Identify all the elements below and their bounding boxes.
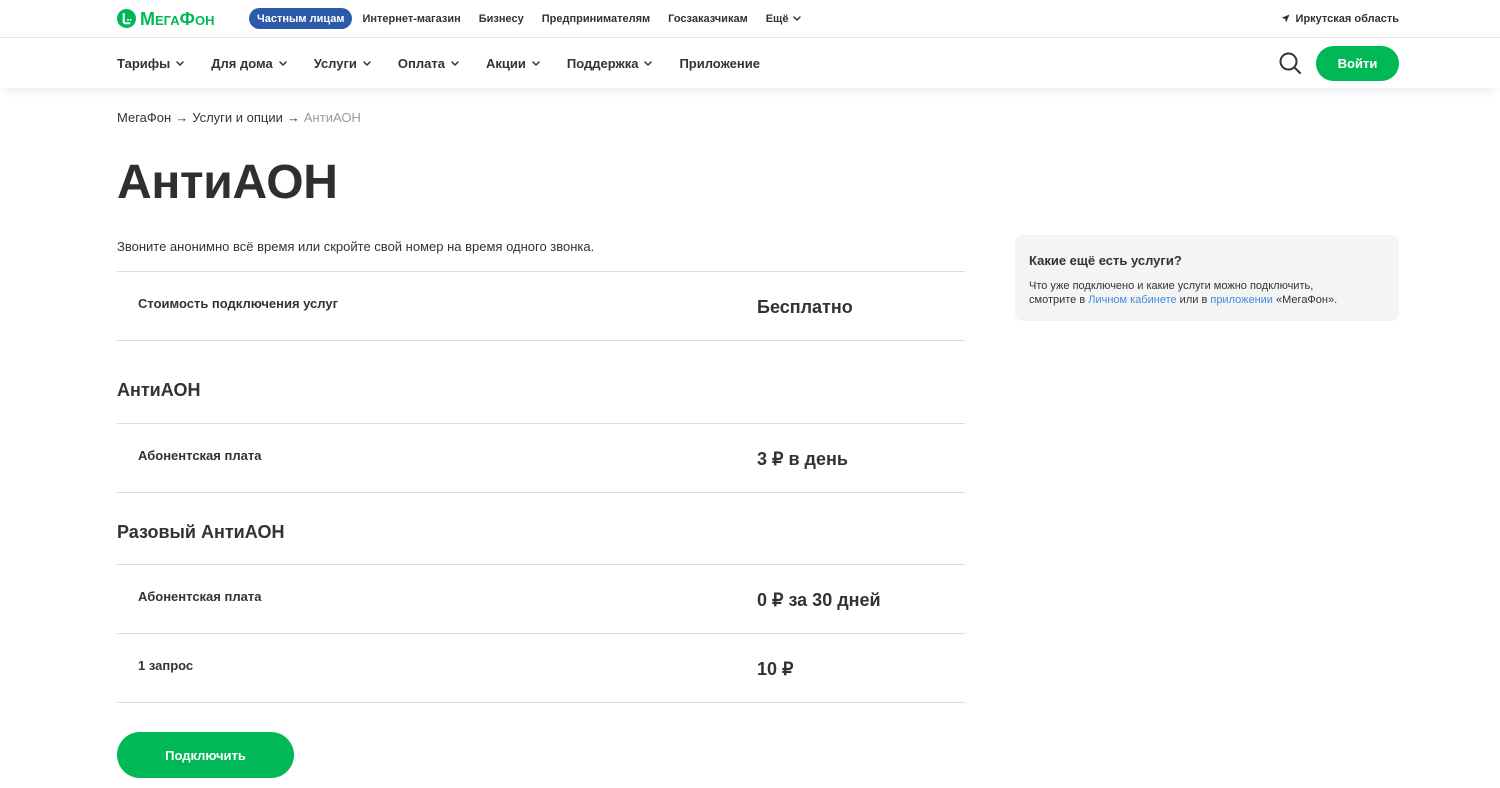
- price-row-connection: Стоимость подключения услуг Бесплатно: [117, 272, 965, 341]
- nav-item-label: Услуги: [313, 55, 357, 71]
- breadcrumb-separator: →: [175, 110, 189, 125]
- breadcrumb-separator: →: [286, 110, 300, 125]
- other-services-text-part: «МегаФон».: [1272, 294, 1338, 306]
- megafon-logo-icon: [117, 9, 136, 28]
- other-services-card: Какие ещё есть услуги? Что уже подключен…: [1015, 235, 1399, 321]
- other-services-text-part: или в: [1176, 294, 1211, 306]
- search-icon: [1279, 52, 1301, 74]
- main-nav-bar: Тарифы Для дома Услуги Оплата Акции Подд…: [0, 38, 1500, 88]
- nav-item-services[interactable]: Услуги: [314, 56, 371, 71]
- breadcrumb-current: АнтиАОН: [303, 110, 361, 125]
- other-services-text-line: Что уже подключено и какие услуги можно …: [1029, 280, 1314, 292]
- price-row-label: Стоимость подключения услуг: [138, 296, 339, 311]
- main-content: МегаФон → Услуги и опции → АнтиАОН АнтиАОН З…: [117, 110, 1399, 778]
- nav-item-promotions[interactable]: Акции: [486, 56, 540, 71]
- nav-item-label: Акции: [485, 55, 526, 71]
- chevron-down-icon: [278, 60, 287, 66]
- segment-online-store[interactable]: Интернет-магазин: [354, 8, 468, 29]
- nav-item-label: Приложение: [679, 55, 760, 71]
- chevron-down-icon: [363, 60, 371, 66]
- login-button[interactable]: Войти: [1316, 45, 1399, 81]
- nav-item-label: Поддержка: [566, 55, 639, 71]
- nav-item-tariffs[interactable]: Тарифы: [117, 55, 185, 71]
- price-row-label: Абонентская плата: [138, 448, 262, 463]
- price-row-label: Абонентская плата: [138, 589, 262, 604]
- price-row-label: 1 запрос: [138, 658, 194, 673]
- breadcrumb: МегаФон → Услуги и опции → АнтиАОН: [117, 110, 1399, 126]
- region-selector[interactable]: Иркутская область: [1280, 12, 1399, 25]
- region-label: Иркутская область: [1295, 12, 1399, 25]
- location-arrow-icon: [1280, 14, 1290, 23]
- nav-item-label: Оплата: [397, 55, 445, 71]
- search-button[interactable]: [1279, 52, 1301, 74]
- top-bar: МегаФон Частным лицам Интернет-магазин Б…: [0, 0, 1500, 38]
- segment-nav: Частным лицам Интернет-магазин Бизнесу П…: [249, 8, 809, 29]
- top-bar-inner: МегаФон Частным лицам Интернет-магазин Б…: [117, 0, 1399, 37]
- price-row-value: 0 ₽ за 30 дней: [757, 590, 881, 610]
- other-services-title: Какие ещё есть услуги?: [1029, 253, 1182, 268]
- price-row-value: Бесплатно: [757, 297, 853, 317]
- chevron-down-icon: [644, 60, 653, 66]
- segment-more-button[interactable]: Ещё: [758, 8, 810, 29]
- price-row: 1 запрос 10 ₽: [117, 634, 965, 703]
- segment-entrepreneurs[interactable]: Предпринимателям: [534, 8, 658, 29]
- price-row-value: 10 ₽: [757, 659, 794, 679]
- connect-button[interactable]: Подключить: [117, 732, 294, 778]
- breadcrumb-link-services[interactable]: Услуги и опции: [192, 110, 283, 125]
- price-row: Абонентская плата 3 ₽ в день: [117, 424, 965, 493]
- segment-more-label: Ещё: [765, 12, 789, 25]
- section-title: АнтиАОН: [117, 341, 965, 424]
- nav-item-support[interactable]: Поддержка: [567, 56, 653, 71]
- price-row-value: 3 ₽ в день: [757, 449, 848, 469]
- nav-item-label: Тарифы: [117, 55, 171, 71]
- chevron-down-icon: [532, 60, 540, 66]
- app-link[interactable]: приложении: [1210, 294, 1273, 306]
- chevron-down-icon: [451, 60, 459, 66]
- segment-government[interactable]: Госзаказчикам: [660, 8, 756, 29]
- nav-item-payment[interactable]: Оплата: [398, 56, 459, 71]
- nav-actions: Войти: [1279, 45, 1399, 81]
- price-table: Стоимость подключения услуг Бесплатно Ан…: [117, 271, 965, 703]
- nav-item-label: Для дома: [211, 55, 273, 71]
- segment-business[interactable]: Бизнесу: [471, 8, 532, 29]
- nav-item-app[interactable]: Приложение: [679, 56, 759, 71]
- megafon-logo[interactable]: МегаФон: [117, 9, 249, 29]
- logo-text: МегаФон: [140, 8, 215, 29]
- main-nav-inner: Тарифы Для дома Услуги Оплата Акции Подд…: [117, 38, 1399, 88]
- chevron-down-icon: [176, 60, 185, 66]
- personal-account-link[interactable]: Личном кабинете: [1088, 294, 1176, 306]
- section-title: Разовый АнтиАОН: [117, 493, 965, 565]
- segment-private-customers[interactable]: Частным лицам: [249, 8, 353, 29]
- page-title: АнтиАОН: [117, 156, 338, 209]
- other-services-text: Что уже подключено и какие услуги можно …: [1029, 279, 1385, 307]
- nav-item-home[interactable]: Для дома: [211, 55, 287, 71]
- other-services-text-part: смотрите в: [1029, 294, 1089, 306]
- price-row: Абонентская плата 0 ₽ за 30 дней: [117, 565, 965, 634]
- breadcrumb-link-home[interactable]: МегаФон: [117, 110, 171, 125]
- chevron-down-icon: [793, 16, 802, 21]
